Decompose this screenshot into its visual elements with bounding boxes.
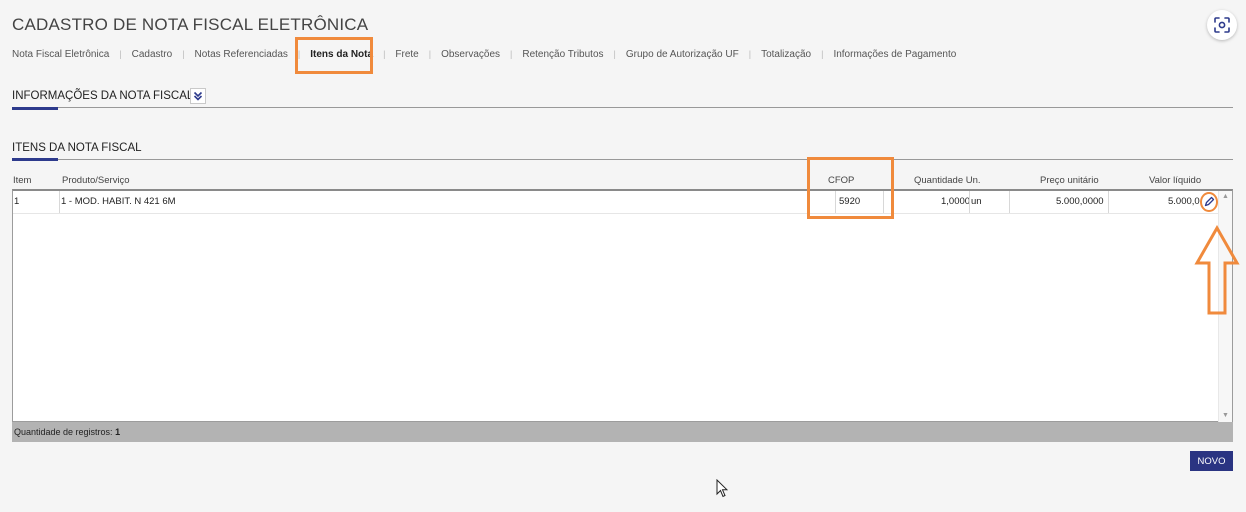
table-row[interactable]: 1 1 - MOD. HABIT. N 421 6M 5920 1,0000 u…	[13, 191, 1219, 214]
tab-totalizacao[interactable]: Totalização	[761, 49, 811, 60]
record-count-label: Quantidade de registros:	[14, 427, 113, 437]
column-divider	[59, 191, 60, 213]
column-divider	[1108, 191, 1109, 213]
tab-retencao-tributos[interactable]: Retenção Tributos	[522, 49, 603, 60]
tab-separator: |	[297, 49, 301, 59]
tab-separator: |	[383, 49, 386, 59]
arrow-up-outline-icon	[1194, 225, 1240, 315]
column-header-valor[interactable]: Valor líquido	[1149, 175, 1201, 186]
cell-unidade: un	[971, 196, 982, 207]
grid-header: Item Produto/Serviço CFOP Quantidade Un.…	[12, 174, 1233, 188]
tab-observacoes[interactable]: Observações	[441, 49, 500, 60]
tab-frete[interactable]: Frete	[395, 49, 418, 60]
section-divider	[12, 159, 1233, 160]
column-header-quantidade[interactable]: Quantidade Un.	[914, 175, 981, 186]
tab-nota-fiscal-eletronica[interactable]: Nota Fiscal Eletrônica	[12, 49, 109, 60]
cell-quantidade: 1,0000	[941, 196, 971, 207]
screenshot-scan-icon	[1214, 17, 1230, 33]
column-divider	[969, 191, 970, 213]
section-title-items: ITENS DA NOTA FISCAL	[12, 142, 142, 154]
tab-separator: |	[182, 49, 185, 59]
column-header-item[interactable]: Item	[13, 175, 31, 186]
tab-separator: |	[821, 49, 824, 59]
scroll-down-icon[interactable]: ▼	[1222, 412, 1229, 419]
cell-valor: 5.000,0	[1168, 196, 1200, 207]
tab-separator: |	[748, 49, 752, 59]
scroll-up-icon[interactable]: ▲	[1222, 193, 1229, 200]
tab-separator: |	[428, 49, 432, 59]
record-count: Quantidade de registros: 1	[14, 427, 120, 437]
column-divider	[1009, 191, 1010, 213]
record-count-value: 1	[115, 427, 121, 437]
column-divider	[883, 191, 884, 213]
tab-grupo-autorizacao-uf[interactable]: Grupo de Autorização UF	[626, 49, 739, 60]
cell-cfop[interactable]: 5920	[839, 196, 860, 207]
tab-bar: Nota Fiscal Eletrônica | Cadastro | Nota…	[12, 47, 956, 61]
edit-row-button[interactable]	[1199, 192, 1219, 212]
novo-button[interactable]: NOVO	[1190, 451, 1233, 471]
tab-separator: |	[613, 49, 616, 59]
cell-produto: 1 - MOD. HABIT. N 421 6M	[61, 196, 176, 207]
tab-separator: |	[119, 49, 122, 59]
tab-cadastro[interactable]: Cadastro	[132, 49, 173, 60]
section-divider	[12, 107, 1233, 108]
mouse-pointer-icon	[716, 479, 728, 498]
pencil-edit-icon	[1200, 192, 1218, 212]
section-accent	[12, 107, 58, 110]
tab-notas-referenciadas[interactable]: Notas Referenciadas	[195, 49, 288, 60]
expand-section-button[interactable]	[190, 88, 206, 104]
grid-status-bar: Quantidade de registros: 1	[12, 422, 1233, 442]
column-header-produto[interactable]: Produto/Serviço	[62, 175, 130, 186]
cell-item: 1	[14, 196, 20, 207]
page-title: CADASTRO DE NOTA FISCAL ELETRÔNICA	[12, 15, 369, 34]
items-grid: 1 1 - MOD. HABIT. N 421 6M 5920 1,0000 u…	[12, 189, 1233, 422]
screenshot-button[interactable]	[1207, 10, 1237, 40]
double-chevron-down-icon	[193, 91, 203, 101]
tab-separator: |	[510, 49, 513, 59]
column-divider	[835, 191, 836, 213]
column-header-cfop[interactable]: CFOP	[828, 175, 854, 186]
section-accent	[12, 158, 58, 161]
column-header-preco[interactable]: Preço unitário	[1040, 175, 1099, 186]
tab-informacoes-pagamento[interactable]: Informações de Pagamento	[833, 49, 956, 60]
section-title-info: INFORMAÇÕES DA NOTA FISCAL	[12, 90, 194, 102]
cell-preco: 5.000,0000	[1056, 196, 1104, 207]
tab-itens-da-nota[interactable]: Itens da Nota	[310, 49, 373, 60]
